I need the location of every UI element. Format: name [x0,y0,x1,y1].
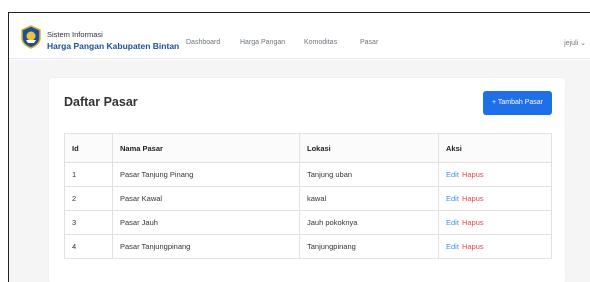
nav-pasar[interactable]: Pasar [360,39,378,46]
hapus-link[interactable]: Hapus [462,242,484,251]
cell-nama: Pasar Tanjungpinang [112,234,300,259]
table-row: 2 Pasar Kawal kawal Edit Hapus [64,186,552,211]
brand-title[interactable]: Harga Pangan Kabupaten Bintan [47,41,179,51]
page-title: Daftar Pasar [64,95,138,109]
hapus-link[interactable]: Hapus [462,194,484,203]
brand-subtitle: Sistem Informasi [47,30,103,39]
cell-aksi: Edit Hapus [438,234,552,259]
content-card: Daftar Pasar + Tambah Pasar Id Nama Pasa… [49,78,565,282]
edit-link[interactable]: Edit [446,170,459,179]
hapus-link[interactable]: Hapus [462,218,484,227]
nav-dashboard[interactable]: Dashboard [186,39,220,46]
table-row: 1 Pasar Tanjung Pinang Tanjung uban Edit… [64,162,552,187]
cell-id: 1 [64,162,113,187]
navbar: Sistem Informasi Harga Pangan Kabupaten … [9,13,590,59]
table-header-row: Id Nama Pasar Lokasi Aksi [64,133,552,163]
table-row: 4 Pasar Tanjungpinang Tanjungpinang Edit… [64,234,552,259]
cell-id: 4 [64,234,113,259]
cell-lokasi: Jauh pokoknya [299,210,439,235]
cell-lokasi: Tanjungpinang [299,234,439,259]
cell-aksi: Edit Hapus [438,186,552,211]
nav-komoditas[interactable]: Komoditas [304,39,337,46]
table-row: 3 Pasar Jauh Jauh pokoknya Edit Hapus [64,210,552,235]
main-content: Daftar Pasar + Tambah Pasar Id Nama Pasa… [9,60,590,282]
cell-lokasi: kawal [299,186,439,211]
edit-link[interactable]: Edit [446,218,459,227]
cell-lokasi: Tanjung uban [299,162,439,187]
add-pasar-button[interactable]: + Tambah Pasar [483,91,552,115]
header-nama-pasar: Nama Pasar [112,133,300,163]
cell-nama: Pasar Jauh [112,210,300,235]
header-lokasi: Lokasi [299,133,439,163]
edit-link[interactable]: Edit [446,242,459,251]
user-menu[interactable]: jejuli ⌄ [564,39,586,47]
cell-aksi: Edit Hapus [438,162,552,187]
edit-link[interactable]: Edit [446,194,459,203]
cell-nama: Pasar Kawal [112,186,300,211]
cell-aksi: Edit Hapus [438,210,552,235]
nav-harga-pangan[interactable]: Harga Pangan [240,39,285,46]
app-window: Sistem Informasi Harga Pangan Kabupaten … [8,12,590,282]
logo-emblem-icon[interactable] [20,25,42,49]
cell-id: 2 [64,186,113,211]
cell-id: 3 [64,210,113,235]
header-id: Id [64,133,113,163]
header-aksi: Aksi [438,133,552,163]
cell-nama: Pasar Tanjung Pinang [112,162,300,187]
hapus-link[interactable]: Hapus [462,170,484,179]
pasar-table: Id Nama Pasar Lokasi Aksi 1 Pasar Tanjun… [64,133,552,259]
